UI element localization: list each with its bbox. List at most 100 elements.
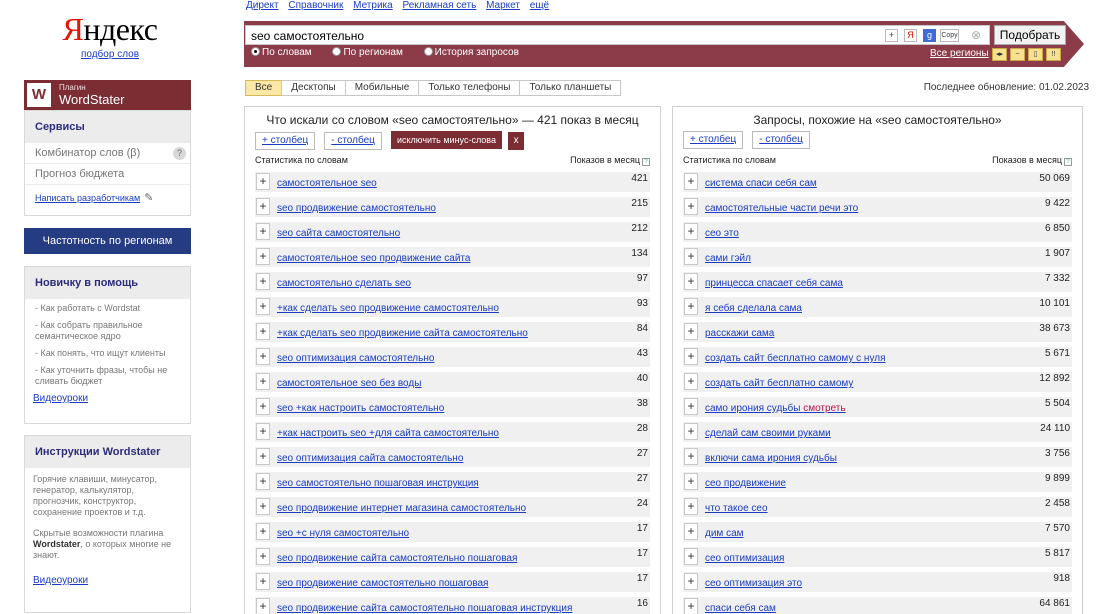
phrase-link[interactable]: самостоятельное seo продвижение сайта: [277, 253, 470, 264]
phrase-link[interactable]: спаси себя сам: [705, 603, 776, 614]
add-phrase-button[interactable]: +: [684, 598, 698, 614]
phrase-link[interactable]: сделай сам своими руками: [705, 428, 831, 439]
all-regions-link[interactable]: Все регионы: [930, 48, 989, 59]
help-question-icon[interactable]: ?: [173, 147, 186, 160]
search-button[interactable]: Подобрать: [994, 25, 1066, 45]
help-link[interactable]: - Как уточнить фразы, чтобы не сливать б…: [35, 365, 190, 387]
radio-by-words[interactable]: По словам: [251, 47, 312, 58]
phrase-link[interactable]: сео оптимизация: [705, 553, 784, 564]
add-phrase-button[interactable]: +: [256, 398, 270, 415]
phrase-link[interactable]: создать сайт бесплатно самому с нуля: [705, 353, 885, 364]
radio-by-regions[interactable]: По регионам: [332, 47, 403, 58]
nav-direct[interactable]: Директ: [246, 0, 279, 11]
add-phrase-button[interactable]: +: [256, 498, 270, 515]
write-developers-link[interactable]: Написать разработчикам ✎: [25, 185, 190, 213]
nav-ad-network[interactable]: Рекламная сеть: [402, 0, 476, 11]
phrase-link[interactable]: сео это: [705, 228, 739, 239]
video-lessons-link[interactable]: Видеоуроки: [25, 575, 190, 586]
phrase-link[interactable]: seo +с нуля самостоятельно: [277, 528, 409, 539]
phrase-link[interactable]: seo продвижение интернет магазина самост…: [277, 503, 526, 514]
phrase-link[interactable]: seo сайта самостоятельно: [277, 228, 400, 239]
add-phrase-button[interactable]: +: [684, 573, 698, 590]
remove-column-button[interactable]: - столбец: [752, 131, 810, 149]
phrase-link[interactable]: самостоятельные части речи это: [705, 203, 858, 214]
add-phrase-button[interactable]: +: [684, 223, 698, 240]
search-input[interactable]: seo самостоятельно + Я g Copy ⊗: [245, 25, 990, 45]
exclude-minus-words-button[interactable]: исключить минус-слова: [390, 131, 502, 149]
phrase-link[interactable]: seo оптимизация самостоятельно: [277, 353, 434, 364]
add-phrase-button[interactable]: +: [256, 523, 270, 540]
add-phrase-button[interactable]: +: [684, 198, 698, 215]
phrase-link[interactable]: что такое сео: [705, 503, 768, 514]
add-phrase-button[interactable]: +: [256, 298, 270, 315]
tab-all[interactable]: Все: [245, 80, 283, 96]
phrase-link[interactable]: seo оптимизация сайта самостоятельно: [277, 453, 463, 464]
yandex-logo[interactable]: Яндекс подбор слов: [60, 12, 160, 60]
wordstat-subtitle-link[interactable]: подбор слов: [60, 49, 160, 60]
tab-tablets-only[interactable]: Только планшеты: [519, 80, 622, 96]
phrase-link[interactable]: +как сделать seo продвижение сайта самос…: [277, 328, 528, 339]
phrase-link[interactable]: самостоятельное seo без воды: [277, 378, 421, 389]
phrase-link[interactable]: самостоятельное seo: [277, 178, 377, 189]
help-link[interactable]: - Как собрать правильное семантическое я…: [35, 320, 190, 342]
add-phrase-button[interactable]: +: [256, 223, 270, 240]
nav-more[interactable]: ещё: [530, 0, 549, 11]
add-phrase-button[interactable]: +: [684, 523, 698, 540]
phrase-link[interactable]: seo продвижение сайта самостоятельно пош…: [277, 553, 517, 564]
phrase-link[interactable]: я себя сделала сама: [705, 303, 802, 314]
info-icon[interactable]: ?: [642, 158, 650, 166]
phrase-link[interactable]: принцесса спасает себя сама: [705, 278, 843, 289]
add-phrase-button[interactable]: +: [684, 248, 698, 265]
nav-metrika[interactable]: Метрика: [353, 0, 393, 11]
phrase-link[interactable]: +как сделать seo продвижение самостоятел…: [277, 303, 499, 314]
add-phrase-button[interactable]: +: [256, 248, 270, 265]
add-phrase-button[interactable]: +: [684, 173, 698, 190]
radio-query-history[interactable]: История запросов: [423, 47, 519, 58]
add-phrase-button[interactable]: +: [684, 398, 698, 415]
google-icon[interactable]: g: [923, 29, 936, 42]
add-phrase-button[interactable]: +: [256, 448, 270, 465]
add-phrase-button[interactable]: +: [684, 373, 698, 390]
phrase-link[interactable]: система спаси себя сам: [705, 178, 817, 189]
add-phrase-button[interactable]: +: [684, 473, 698, 490]
copy-icon[interactable]: Copy: [940, 29, 959, 42]
phrase-link[interactable]: включи сама ирония судьбы: [705, 453, 837, 464]
add-phrase-button[interactable]: +: [256, 373, 270, 390]
phrase-link[interactable]: seo +как настроить самостоятельно: [277, 403, 444, 414]
help-link[interactable]: - Как работать с Wordstat: [35, 303, 190, 314]
add-phrase-button[interactable]: +: [256, 473, 270, 490]
region-frequency-button[interactable]: Частотность по регионам: [24, 228, 191, 254]
add-phrase-button[interactable]: +: [684, 298, 698, 315]
double-exclamation-icon[interactable]: !!: [1046, 48, 1061, 61]
add-phrase-button[interactable]: +: [256, 323, 270, 340]
add-phrase-button[interactable]: +: [256, 423, 270, 440]
yandex-icon[interactable]: Я: [904, 29, 917, 42]
add-phrase-button[interactable]: +: [256, 173, 270, 190]
info-icon[interactable]: ?: [1064, 158, 1072, 166]
add-phrase-button[interactable]: +: [684, 273, 698, 290]
nav-market[interactable]: Маркет: [486, 0, 520, 11]
phrase-link[interactable]: seo продвижение сайта самостоятельно пош…: [277, 603, 572, 614]
add-plus-icon[interactable]: +: [885, 29, 898, 42]
add-phrase-button[interactable]: +: [684, 448, 698, 465]
phrase-link[interactable]: самостоятельно сделать seo: [277, 278, 411, 289]
exclude-close-button[interactable]: x: [508, 132, 525, 150]
phrase-link[interactable]: расскажи сама: [705, 328, 774, 339]
video-lessons-link[interactable]: Видеоуроки: [25, 393, 190, 404]
add-phrase-button[interactable]: +: [256, 548, 270, 565]
add-column-button[interactable]: + столбец: [255, 132, 316, 150]
add-phrase-button[interactable]: +: [256, 198, 270, 215]
phrase-link[interactable]: сами гэйл: [705, 253, 751, 264]
add-phrase-button[interactable]: +: [684, 323, 698, 340]
phrase-link[interactable]: дим сам: [705, 528, 744, 539]
add-phrase-button[interactable]: +: [256, 348, 270, 365]
add-phrase-button[interactable]: +: [256, 598, 270, 614]
expand-arrows-icon[interactable]: ◂▸: [992, 48, 1007, 61]
copy-square-icon[interactable]: ▯: [1028, 48, 1043, 61]
phrase-link[interactable]: сео оптимизация это: [705, 578, 802, 589]
phrase-link[interactable]: seo продвижение самостоятельно пошаговая: [277, 578, 488, 589]
help-link[interactable]: - Как понять, что ищут клиенты: [35, 348, 190, 359]
phrase-link[interactable]: само ирония судьбы смотреть: [705, 403, 846, 414]
add-phrase-button[interactable]: +: [684, 548, 698, 565]
remove-column-button[interactable]: - столбец: [324, 132, 382, 150]
